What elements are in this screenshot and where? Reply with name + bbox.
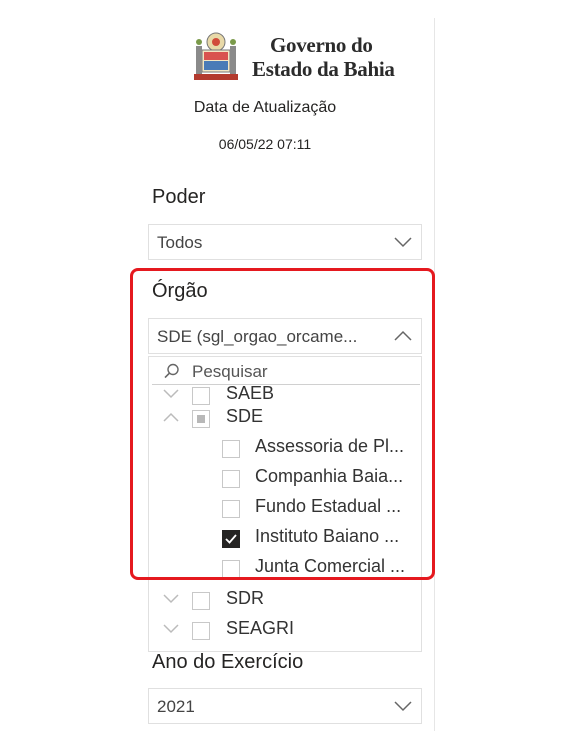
ano-value: 2021 xyxy=(157,697,195,716)
list-item-label: SEAGRI xyxy=(226,618,295,638)
list-item-seagri[interactable]: SEAGRI xyxy=(158,616,420,646)
chevron-down-icon[interactable] xyxy=(162,592,180,606)
poder-dropdown[interactable]: Todos xyxy=(148,224,422,260)
ano-label: Ano do Exercício xyxy=(152,651,304,673)
bahia-coat-of-arms-icon xyxy=(194,32,238,80)
poder-value: Todos xyxy=(157,233,203,252)
checkbox[interactable] xyxy=(192,592,210,610)
poder-label: Poder xyxy=(152,186,206,208)
update-date: 06/05/22 07:11 xyxy=(218,136,312,152)
chevron-down-icon[interactable] xyxy=(162,622,180,636)
logo-line2: Estado da Bahia xyxy=(252,57,395,81)
checkbox[interactable] xyxy=(192,622,210,640)
government-logo-text: Governo do Estado da Bahia xyxy=(252,33,395,81)
list-item-sdr[interactable]: SDR xyxy=(158,586,420,616)
list-item-label: SDR xyxy=(226,588,265,608)
chevron-down-icon xyxy=(394,237,412,248)
chevron-down-icon xyxy=(394,701,412,712)
update-title: Data de Atualização xyxy=(193,99,337,116)
highlight-box xyxy=(130,268,435,580)
logo-line1: Governo do xyxy=(270,33,373,57)
ano-dropdown[interactable]: 2021 xyxy=(148,688,422,724)
